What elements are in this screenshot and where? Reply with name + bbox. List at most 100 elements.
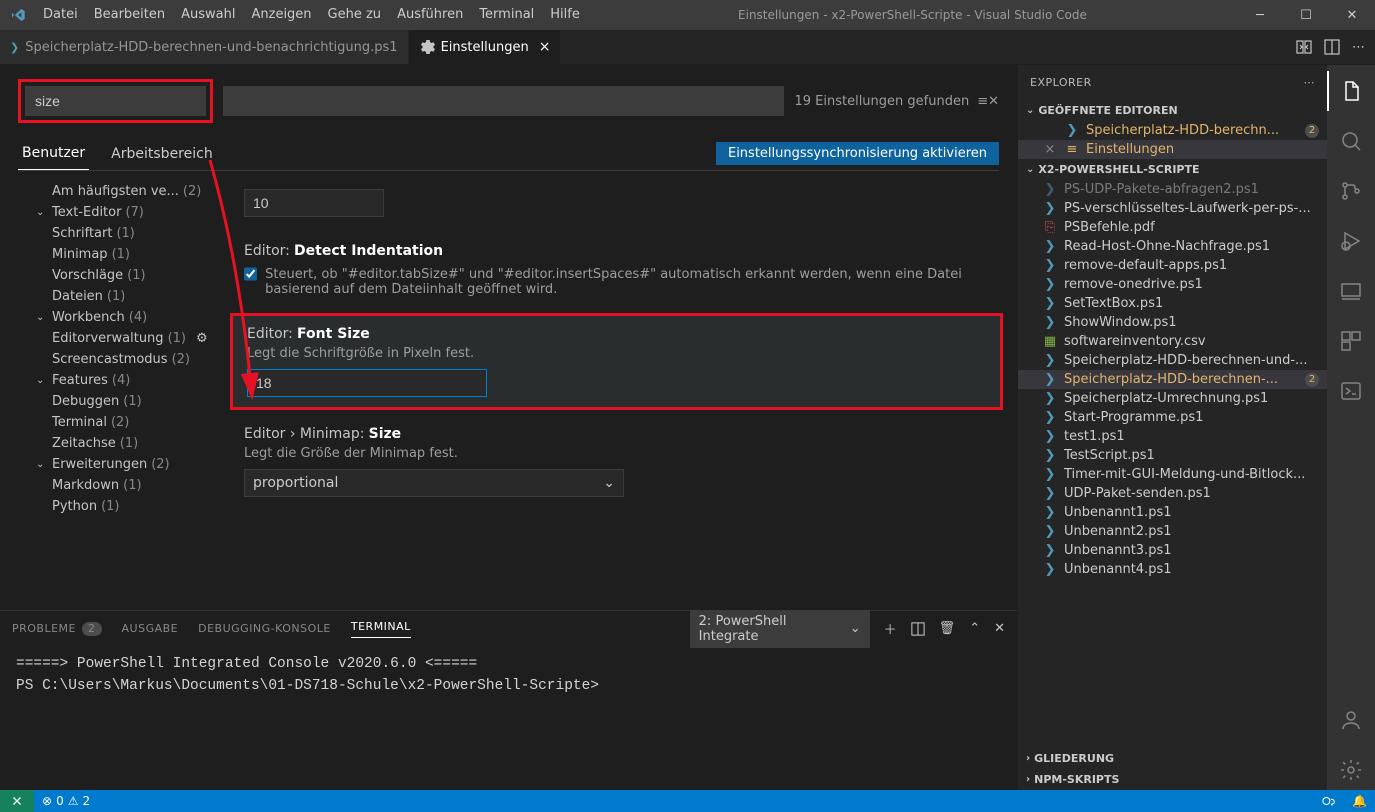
menu-gehezu[interactable]: Gehe zu <box>320 0 390 30</box>
settings-search-input[interactable] <box>25 86 206 116</box>
activity-remote-icon[interactable] <box>1327 271 1375 311</box>
minimap-size-select[interactable]: proportional ⌄ <box>244 469 624 497</box>
close-icon[interactable]: × <box>1042 142 1058 157</box>
toc-item[interactable]: ⌄Text-Editor (7) <box>36 202 230 223</box>
new-terminal-icon[interactable]: ＋ <box>884 619 897 638</box>
remote-indicator-icon[interactable] <box>0 790 34 812</box>
split-editor-icon[interactable] <box>1324 39 1340 55</box>
font-size-input[interactable] <box>247 369 487 397</box>
minimize-icon[interactable]: ─ <box>1237 0 1283 30</box>
panel-tab-debug[interactable]: DEBUGGING-KONSOLE <box>198 622 331 635</box>
npm-section[interactable]: ›NPM-SKRIPTS <box>1018 769 1327 790</box>
outline-section[interactable]: ›GLIEDERUNG <box>1018 748 1327 769</box>
terminal-output[interactable]: =====> PowerShell Integrated Console v20… <box>0 646 1017 706</box>
open-diff-icon[interactable] <box>1296 39 1312 55</box>
tab-file[interactable]: Speicherplatz-HDD-berechnen-und-benachri… <box>0 30 409 64</box>
close-icon[interactable]: ✕ <box>1329 0 1375 30</box>
menu-bearbeiten[interactable]: Bearbeiten <box>86 0 173 30</box>
scope-tab-workspace[interactable]: Arbeitsbereich <box>107 138 217 170</box>
file-item[interactable]: ❯Unbenannt3.ps1 <box>1018 541 1327 560</box>
file-item[interactable]: ❯Timer-mit-GUI-Meldung-und-Bitlock... <box>1018 465 1327 484</box>
detect-indent-checkbox[interactable] <box>244 265 257 283</box>
setting-number-input[interactable] <box>244 189 384 217</box>
menu-hilfe[interactable]: Hilfe <box>542 0 588 30</box>
maximize-icon[interactable]: ☐ <box>1283 0 1329 30</box>
open-editor-item[interactable]: ❯Speicherplatz-HDD-berechn...2 <box>1018 121 1327 140</box>
split-terminal-icon[interactable] <box>911 622 925 636</box>
settings-toc: Am häufigsten ve... (2)⌄Text-Editor (7)S… <box>0 171 230 610</box>
status-problems[interactable]: ⊗0 ⚠2 <box>34 794 98 808</box>
toc-item[interactable]: Vorschläge (1) <box>36 265 230 286</box>
file-item[interactable]: ❯test1.ps1 <box>1018 427 1327 446</box>
tab-close-icon[interactable]: × <box>539 39 551 55</box>
toc-item[interactable]: Markdown (1) <box>36 475 230 496</box>
file-item[interactable]: ❯PS-UDP-Pakete-abfragen2.ps1 <box>1018 180 1327 199</box>
file-item[interactable]: ❯Speicherplatz-Umrechnung.ps1 <box>1018 389 1327 408</box>
toc-item[interactable]: Debuggen (1) <box>36 391 230 412</box>
activity-search-icon[interactable] <box>1327 121 1375 161</box>
scope-tab-user[interactable]: Benutzer <box>18 137 89 170</box>
activity-powershell-icon[interactable] <box>1327 371 1375 411</box>
panel-tab-ausgabe[interactable]: AUSGABE <box>122 622 179 635</box>
chevron-down-icon: ⌄ <box>1026 105 1034 116</box>
toc-item[interactable]: ⌄Erweiterungen (2) <box>36 454 230 475</box>
menu-terminal[interactable]: Terminal <box>471 0 542 30</box>
settings-search-input-rest[interactable] <box>223 86 784 116</box>
menu-ausfuehren[interactable]: Ausführen <box>389 0 471 30</box>
terminal-selector[interactable]: 2: PowerShell Integrate⌄ <box>690 610 870 648</box>
file-item[interactable]: ❯Speicherplatz-HDD-berechnen-...2 <box>1018 370 1327 389</box>
toc-item[interactable]: ⌄Features (4) <box>36 370 230 391</box>
file-item[interactable]: ❯remove-default-apps.ps1 <box>1018 256 1327 275</box>
toc-item[interactable]: Screencastmodus (2) <box>36 349 230 370</box>
file-item[interactable]: ❯Start-Programme.ps1 <box>1018 408 1327 427</box>
activity-account-icon[interactable] <box>1327 700 1375 740</box>
activity-extensions-icon[interactable] <box>1327 321 1375 361</box>
toc-item[interactable]: Python (1) <box>36 496 230 517</box>
file-label: Read-Host-Ohne-Nachfrage.ps1 <box>1064 239 1270 254</box>
settings-sync-button[interactable]: Einstellungssynchronisierung aktivieren <box>716 142 999 165</box>
menu-auswahl[interactable]: Auswahl <box>173 0 243 30</box>
toc-item[interactable]: Editorverwaltung (1)⚙ <box>36 328 230 349</box>
gear-icon[interactable]: ⚙ <box>196 331 208 346</box>
more-icon[interactable]: ⋯ <box>1352 40 1365 55</box>
tab-settings[interactable]: Einstellungen × <box>409 30 562 64</box>
kill-terminal-icon[interactable]: 🗑 <box>939 621 956 636</box>
file-item[interactable]: ❯TestScript.ps1 <box>1018 446 1327 465</box>
clear-search-icon[interactable]: ≡✕ <box>977 94 999 109</box>
status-feedback-icon[interactable] <box>1314 794 1344 808</box>
activity-scm-icon[interactable] <box>1327 171 1375 211</box>
toc-item[interactable]: Minimap (1) <box>36 244 230 265</box>
toc-item[interactable]: Dateien (1) <box>36 286 230 307</box>
menu-datei[interactable]: Datei <box>35 0 86 30</box>
panel-tab-probleme[interactable]: PROBLEME 2 <box>12 622 102 636</box>
file-item[interactable]: ❯Unbenannt2.ps1 <box>1018 522 1327 541</box>
activity-settings-icon[interactable] <box>1327 750 1375 790</box>
workspace-section[interactable]: ⌄X2-POWERSHELL-SCRIPTE <box>1018 159 1327 180</box>
maximize-panel-icon[interactable]: ⌃ <box>969 621 980 636</box>
file-item[interactable]: ❯PS-verschlüsseltes-Laufwerk-per-ps-... <box>1018 199 1327 218</box>
file-item[interactable]: ❯Unbenannt4.ps1 <box>1018 560 1327 579</box>
file-item[interactable]: ❯Speicherplatz-HDD-berechnen-und-... <box>1018 351 1327 370</box>
toc-item[interactable]: ⌄Workbench (4) <box>36 307 230 328</box>
file-item[interactable]: ❯Read-Host-Ohne-Nachfrage.ps1 <box>1018 237 1327 256</box>
toc-item[interactable]: Terminal (2) <box>36 412 230 433</box>
more-icon[interactable]: ⋯ <box>1304 76 1316 89</box>
open-editor-item[interactable]: ×≡Einstellungen <box>1018 140 1327 159</box>
toc-item[interactable]: Zeitachse (1) <box>36 433 230 454</box>
file-item[interactable]: ❯UDP-Paket-senden.ps1 <box>1018 484 1327 503</box>
menu-anzeigen[interactable]: Anzeigen <box>243 0 319 30</box>
activity-debug-icon[interactable] <box>1327 221 1375 261</box>
file-item[interactable]: ⎘PSBefehle.pdf <box>1018 218 1327 237</box>
activity-explorer-icon[interactable] <box>1327 71 1375 111</box>
close-panel-icon[interactable]: ✕ <box>994 621 1005 636</box>
open-editors-section[interactable]: ⌄GEÖFFNETE EDITOREN <box>1018 100 1327 121</box>
toc-item[interactable]: Am häufigsten ve... (2) <box>36 181 230 202</box>
file-item[interactable]: ❯remove-onedrive.ps1 <box>1018 275 1327 294</box>
file-item[interactable]: ❯ShowWindow.ps1 <box>1018 313 1327 332</box>
status-bell-icon[interactable]: 🔔 <box>1344 794 1375 808</box>
file-item[interactable]: ❯Unbenannt1.ps1 <box>1018 503 1327 522</box>
toc-item[interactable]: Schriftart (1) <box>36 223 230 244</box>
panel-tab-terminal[interactable]: TERMINAL <box>351 620 411 638</box>
file-item[interactable]: ▦softwareinventory.csv <box>1018 332 1327 351</box>
file-item[interactable]: ❯SetTextBox.ps1 <box>1018 294 1327 313</box>
